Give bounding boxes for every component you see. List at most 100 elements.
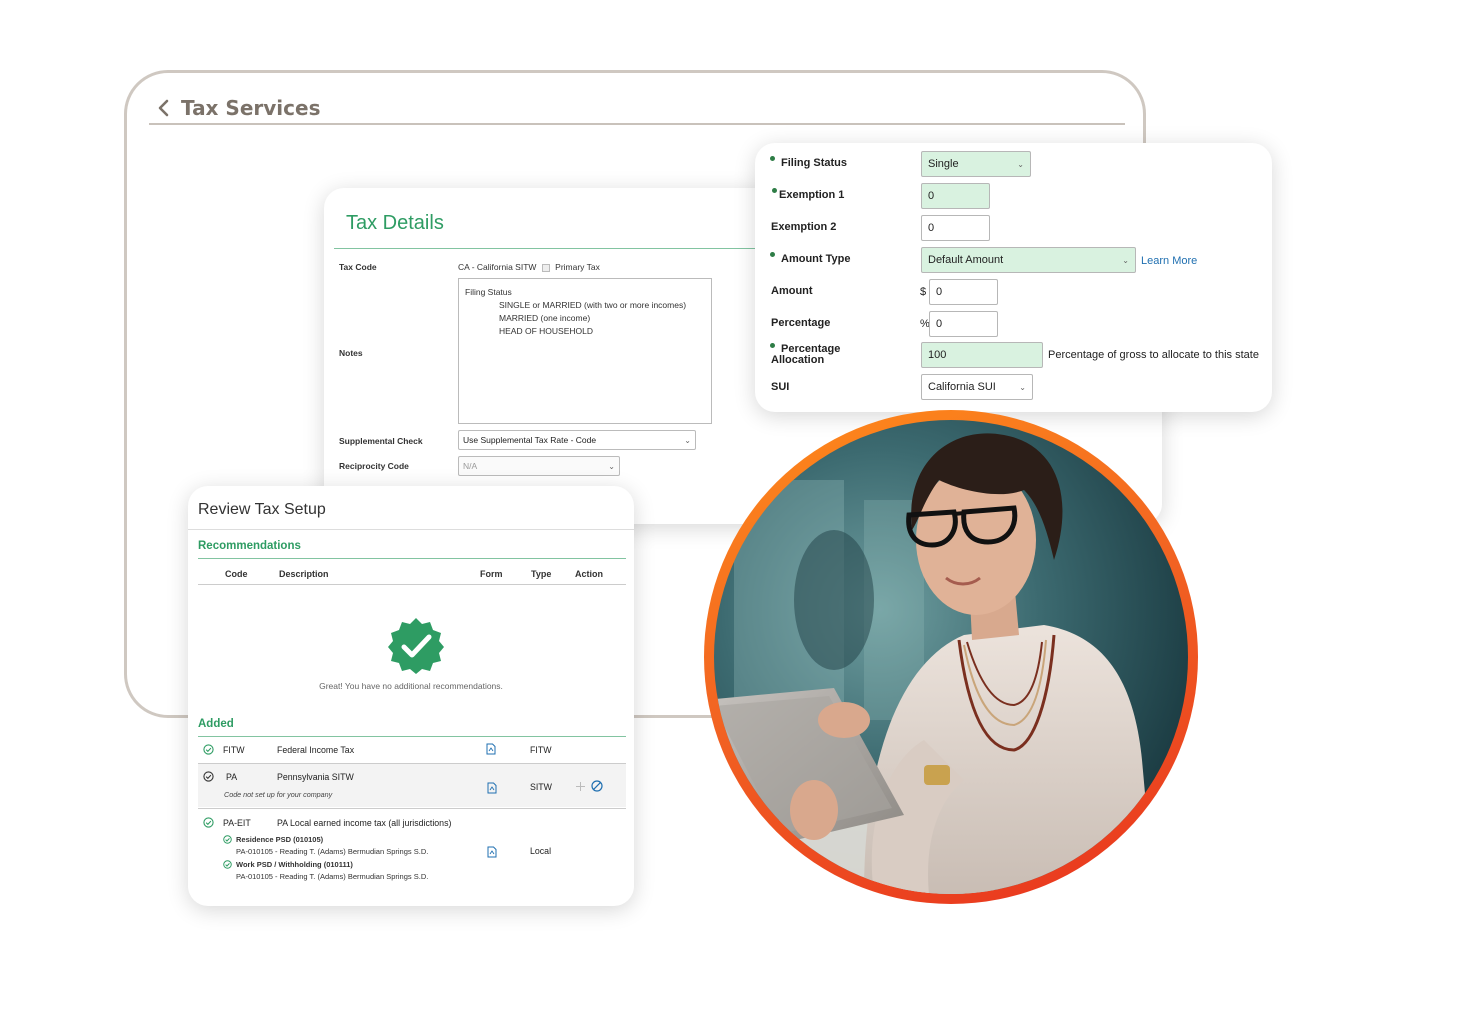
divider bbox=[198, 584, 626, 585]
filing-status-label: Filing Status bbox=[770, 156, 921, 169]
remove-ban-icon[interactable] bbox=[591, 780, 603, 792]
chevron-down-icon: ⌄ bbox=[1019, 382, 1026, 392]
exemption1-input[interactable]: 0 bbox=[921, 183, 990, 209]
chevron-down-icon: ⌄ bbox=[684, 435, 691, 445]
column-header-code: Code bbox=[225, 569, 248, 579]
percentage-allocation-hint: Percentage of gross to allocate to this … bbox=[1048, 349, 1259, 361]
amount-label: Amount bbox=[771, 285, 813, 297]
required-dot-icon bbox=[770, 343, 775, 348]
percentage-value: 0 bbox=[936, 318, 943, 330]
supplemental-check-value: Use Supplemental Tax Rate - Code bbox=[463, 435, 597, 445]
divider bbox=[198, 808, 626, 809]
sui-row: SUI bbox=[771, 381, 921, 393]
row-type: FITW bbox=[530, 745, 552, 755]
jurisdiction-title: Residence PSD (010105) bbox=[236, 835, 324, 844]
back-chevron-icon[interactable] bbox=[149, 94, 177, 122]
sui-label: SUI bbox=[771, 381, 790, 393]
column-header-type: Type bbox=[531, 569, 552, 579]
added-heading: Added bbox=[198, 718, 234, 730]
notes-line: HEAD OF HOUSEHOLD bbox=[499, 326, 593, 336]
exemption2-input[interactable]: 0 bbox=[921, 215, 990, 241]
tax-code-text: CA - California SITW bbox=[458, 262, 537, 272]
required-dot-icon bbox=[770, 156, 775, 161]
review-tax-setup-card: Review Tax Setup Recommendations Code De… bbox=[188, 486, 634, 906]
row-description: Federal Income Tax bbox=[277, 745, 355, 755]
divider bbox=[198, 558, 626, 559]
primary-tax-checkbox[interactable] bbox=[541, 263, 550, 272]
percentage-allocation-input[interactable]: 100 bbox=[921, 342, 1043, 368]
supplemental-check-select[interactable]: Use Supplemental Tax Rate - Code ⌄ bbox=[458, 430, 696, 450]
empty-recommendations-message: Great! You have no additional recommenda… bbox=[319, 681, 503, 691]
exemption2-value: 0 bbox=[928, 222, 935, 234]
notes-line: Filing Status bbox=[465, 287, 512, 297]
percentage-allocation-value: 100 bbox=[928, 349, 947, 361]
amount-type-label: Amount Type bbox=[770, 252, 921, 265]
notes-line: MARRIED (one income) bbox=[499, 313, 591, 323]
check-circle-icon bbox=[223, 860, 232, 869]
filing-status-select[interactable]: Single ⌄ bbox=[921, 151, 1031, 177]
notes-label: Notes bbox=[339, 348, 363, 358]
row-type: SITW bbox=[530, 782, 552, 792]
check-circle-icon bbox=[203, 744, 214, 755]
chevron-down-icon: ⌄ bbox=[1122, 255, 1129, 265]
tax-code-label: Tax Code bbox=[339, 262, 377, 272]
amount-type-value: Default Amount bbox=[928, 254, 1004, 266]
exemption1-value: 0 bbox=[928, 190, 935, 202]
pdf-form-icon[interactable] bbox=[487, 846, 497, 858]
chevron-down-icon: ⌄ bbox=[1017, 159, 1024, 169]
filing-status-row: Filing Status bbox=[770, 156, 921, 169]
column-header-description: Description bbox=[279, 569, 329, 579]
filing-status-value: Single bbox=[928, 158, 959, 170]
reciprocity-code-label: Reciprocity Code bbox=[339, 461, 409, 471]
recommendations-heading: Recommendations bbox=[198, 540, 301, 552]
amount-type-row: Amount Type bbox=[770, 252, 921, 265]
add-plus-icon[interactable] bbox=[575, 781, 586, 792]
row-code: FITW bbox=[223, 745, 245, 755]
woman-with-tablet-photo bbox=[714, 420, 1188, 894]
sui-value: California SUI bbox=[928, 381, 996, 393]
column-header-action: Action bbox=[575, 569, 603, 579]
row-type: Local bbox=[530, 846, 552, 856]
jurisdiction-detail: PA-010105 - Reading T. (Adams) Bermudian… bbox=[236, 847, 429, 856]
row-description: PA Local earned income tax (all jurisdic… bbox=[277, 818, 452, 828]
amount-row: Amount bbox=[771, 285, 921, 297]
amount-type-select[interactable]: Default Amount ⌄ bbox=[921, 247, 1136, 273]
percentage-row: Percentage bbox=[771, 317, 921, 329]
check-circle-icon bbox=[203, 817, 214, 828]
table-row-highlight bbox=[198, 764, 626, 807]
primary-tax-label: Primary Tax bbox=[555, 262, 600, 272]
row-code: PA bbox=[226, 772, 238, 782]
percentage-label: Percentage bbox=[771, 317, 831, 329]
percentage-input[interactable]: 0 bbox=[929, 311, 998, 337]
exemption2-row: Exemption 2 bbox=[771, 221, 921, 233]
dollar-prefix: $ bbox=[920, 286, 927, 298]
reciprocity-code-select[interactable]: N/A ⌄ bbox=[458, 456, 620, 476]
reciprocity-code-value: N/A bbox=[463, 461, 478, 471]
amount-input[interactable]: 0 bbox=[929, 279, 998, 305]
chevron-down-icon: ⌄ bbox=[608, 461, 615, 471]
sui-select[interactable]: California SUI ⌄ bbox=[921, 374, 1033, 400]
page-title: Tax Services bbox=[181, 96, 321, 120]
amount-value: 0 bbox=[936, 286, 943, 298]
pdf-form-icon[interactable] bbox=[487, 782, 497, 794]
learn-more-link[interactable]: Learn More bbox=[1141, 255, 1197, 267]
exemption1-row: Exemption 1 bbox=[771, 188, 921, 201]
jurisdiction-detail: PA-010105 - Reading T. (Adams) Bermudian… bbox=[236, 872, 429, 881]
row-description: Pennsylvania SITW bbox=[277, 772, 354, 782]
divider bbox=[188, 529, 634, 530]
divider bbox=[198, 736, 626, 737]
pdf-form-icon[interactable] bbox=[486, 743, 496, 755]
row-code: PA-EIT bbox=[223, 818, 251, 828]
notes-textarea[interactable]: Filing Status SINGLE or MARRIED (with tw… bbox=[458, 278, 712, 424]
verified-badge-icon bbox=[386, 616, 446, 676]
required-dot-icon bbox=[772, 188, 777, 193]
filing-status-card: Filing Status Single ⌄ Exemption 1 0 Exe… bbox=[755, 143, 1272, 412]
review-title: Review Tax Setup bbox=[198, 501, 326, 518]
exemption2-label: Exemption 2 bbox=[771, 221, 837, 233]
tax-code-value: CA - California SITW Primary Tax bbox=[458, 262, 600, 272]
notes-line: SINGLE or MARRIED (with two or more inco… bbox=[499, 300, 687, 310]
check-circle-icon bbox=[223, 835, 232, 844]
jurisdiction-title: Work PSD / Withholding (010111) bbox=[236, 860, 353, 869]
percentage-allocation-row: Percentage Allocation bbox=[770, 343, 921, 366]
tax-services-header: Tax Services bbox=[149, 93, 1125, 125]
